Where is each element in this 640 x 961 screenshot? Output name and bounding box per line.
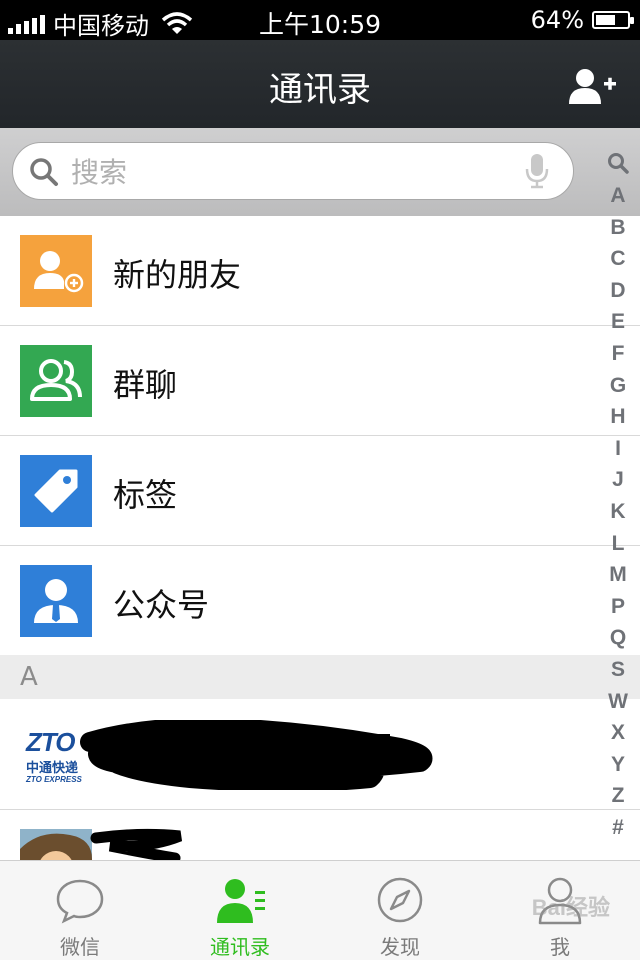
index-letter[interactable]: S — [596, 654, 640, 686]
index-letter[interactable]: J — [596, 464, 640, 496]
index-letter[interactable]: # — [596, 812, 640, 844]
index-letter[interactable]: D — [596, 275, 640, 307]
microphone-icon[interactable] — [525, 153, 549, 189]
index-letter[interactable]: X — [596, 717, 640, 749]
compass-icon — [377, 877, 423, 923]
index-letter[interactable]: K — [596, 496, 640, 528]
index-letter[interactable]: A — [596, 180, 640, 212]
group-chat-icon — [20, 345, 92, 417]
chat-bubble-icon — [56, 879, 104, 924]
entry-label: 公众号 — [113, 586, 210, 624]
tab-label: 发现 — [380, 935, 420, 959]
index-letter[interactable]: P — [596, 591, 640, 623]
add-friend-icon — [20, 235, 92, 307]
avatar-logo: ZTO — [26, 727, 76, 757]
index-letter-list: A B C D E F G H I J K L M P Q S W X Y Z # — [596, 180, 640, 843]
section-header: A — [0, 655, 640, 699]
search-input[interactable] — [69, 149, 503, 195]
tab-discover[interactable]: 发现 — [320, 861, 480, 961]
index-letter[interactable]: C — [596, 243, 640, 275]
redacted-name — [90, 828, 183, 860]
page-title: 通讯录 — [269, 70, 371, 110]
index-letter[interactable]: Q — [596, 622, 640, 654]
index-letter[interactable]: L — [596, 528, 640, 560]
battery-percent: 64% — [530, 6, 584, 34]
avatar — [20, 829, 92, 860]
official-account-icon — [20, 565, 92, 637]
index-letter[interactable]: B — [596, 212, 640, 244]
add-contact-icon[interactable] — [568, 66, 618, 106]
tab-label: 我 — [550, 935, 570, 959]
contact-row[interactable] — [0, 810, 600, 860]
watermark: Bai经验 — [531, 895, 610, 920]
tag-icon — [20, 455, 92, 527]
entry-label: 群聊 — [113, 366, 178, 404]
entry-official-accounts[interactable]: 公众号 — [0, 546, 600, 656]
tab-chats[interactable]: 微信 — [0, 861, 160, 961]
index-letter[interactable]: Y — [596, 749, 640, 781]
index-search-icon[interactable] — [607, 152, 629, 174]
search-icon — [30, 158, 58, 186]
index-letter[interactable]: H — [596, 401, 640, 433]
index-letter[interactable]: F — [596, 338, 640, 370]
entry-label: 标签 — [113, 476, 178, 514]
contacts-icon — [217, 879, 265, 923]
nav-bar: 通讯录 — [0, 40, 640, 128]
tab-label: 微信 — [60, 935, 100, 959]
entry-label: 新的朋友 — [113, 256, 242, 294]
index-letter[interactable]: G — [596, 370, 640, 402]
index-letter[interactable]: W — [596, 686, 640, 718]
index-letter[interactable]: E — [596, 306, 640, 338]
index-letter[interactable]: I — [596, 433, 640, 465]
contact-row[interactable]: ZTO 中通快递 ZTO EXPRESS — [0, 700, 640, 810]
index-letter[interactable]: Z — [596, 780, 640, 812]
entry-new-friends[interactable]: 新的朋友 — [0, 216, 640, 326]
alphabet-index[interactable]: A B C D E F G H I J K L M P Q S W X Y Z # — [596, 150, 640, 843]
entry-group-chats[interactable]: 群聊 — [0, 326, 640, 436]
redacted-name — [80, 720, 433, 790]
tab-contacts[interactable]: 通讯录 — [160, 861, 320, 961]
tab-label: 通讯录 — [210, 935, 270, 959]
status-bar: 中国移动 上午10:59 64% — [0, 0, 640, 40]
search-area — [0, 128, 640, 216]
index-letter[interactable]: M — [596, 559, 640, 591]
battery-level — [596, 15, 616, 25]
search-box[interactable] — [12, 142, 574, 200]
battery-icon — [592, 11, 634, 29]
entry-tags[interactable]: 标签 — [0, 436, 640, 546]
